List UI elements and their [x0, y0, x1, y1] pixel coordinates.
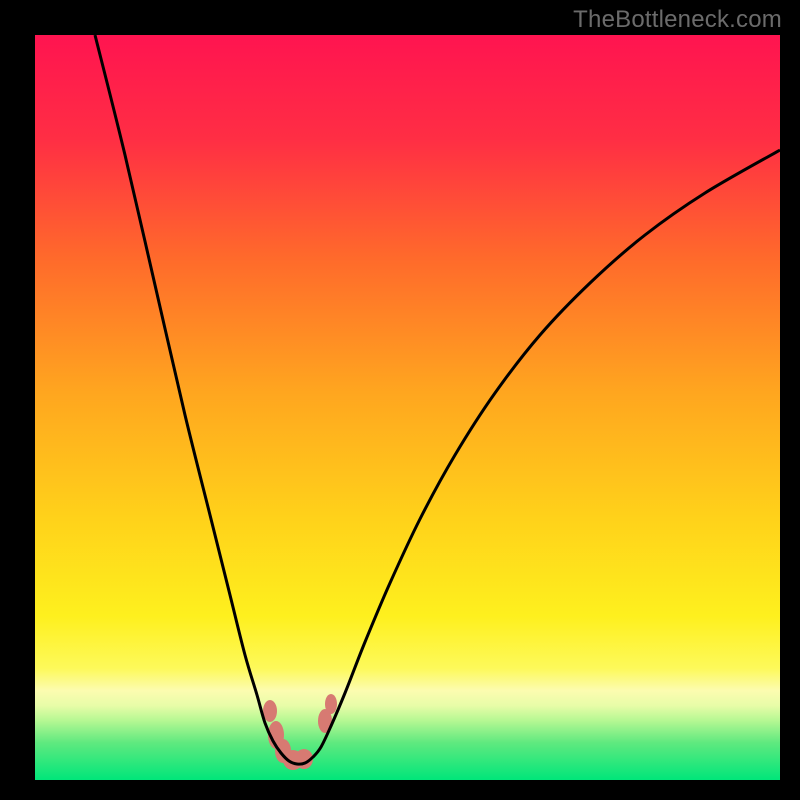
chart-frame: TheBottleneck.com	[0, 0, 800, 800]
watermark-text: TheBottleneck.com	[573, 6, 782, 34]
curve-layer	[35, 35, 780, 780]
markers-group	[263, 694, 337, 770]
bottleneck-curve	[95, 35, 780, 764]
plot-area	[35, 35, 780, 780]
curve-marker	[325, 694, 337, 714]
